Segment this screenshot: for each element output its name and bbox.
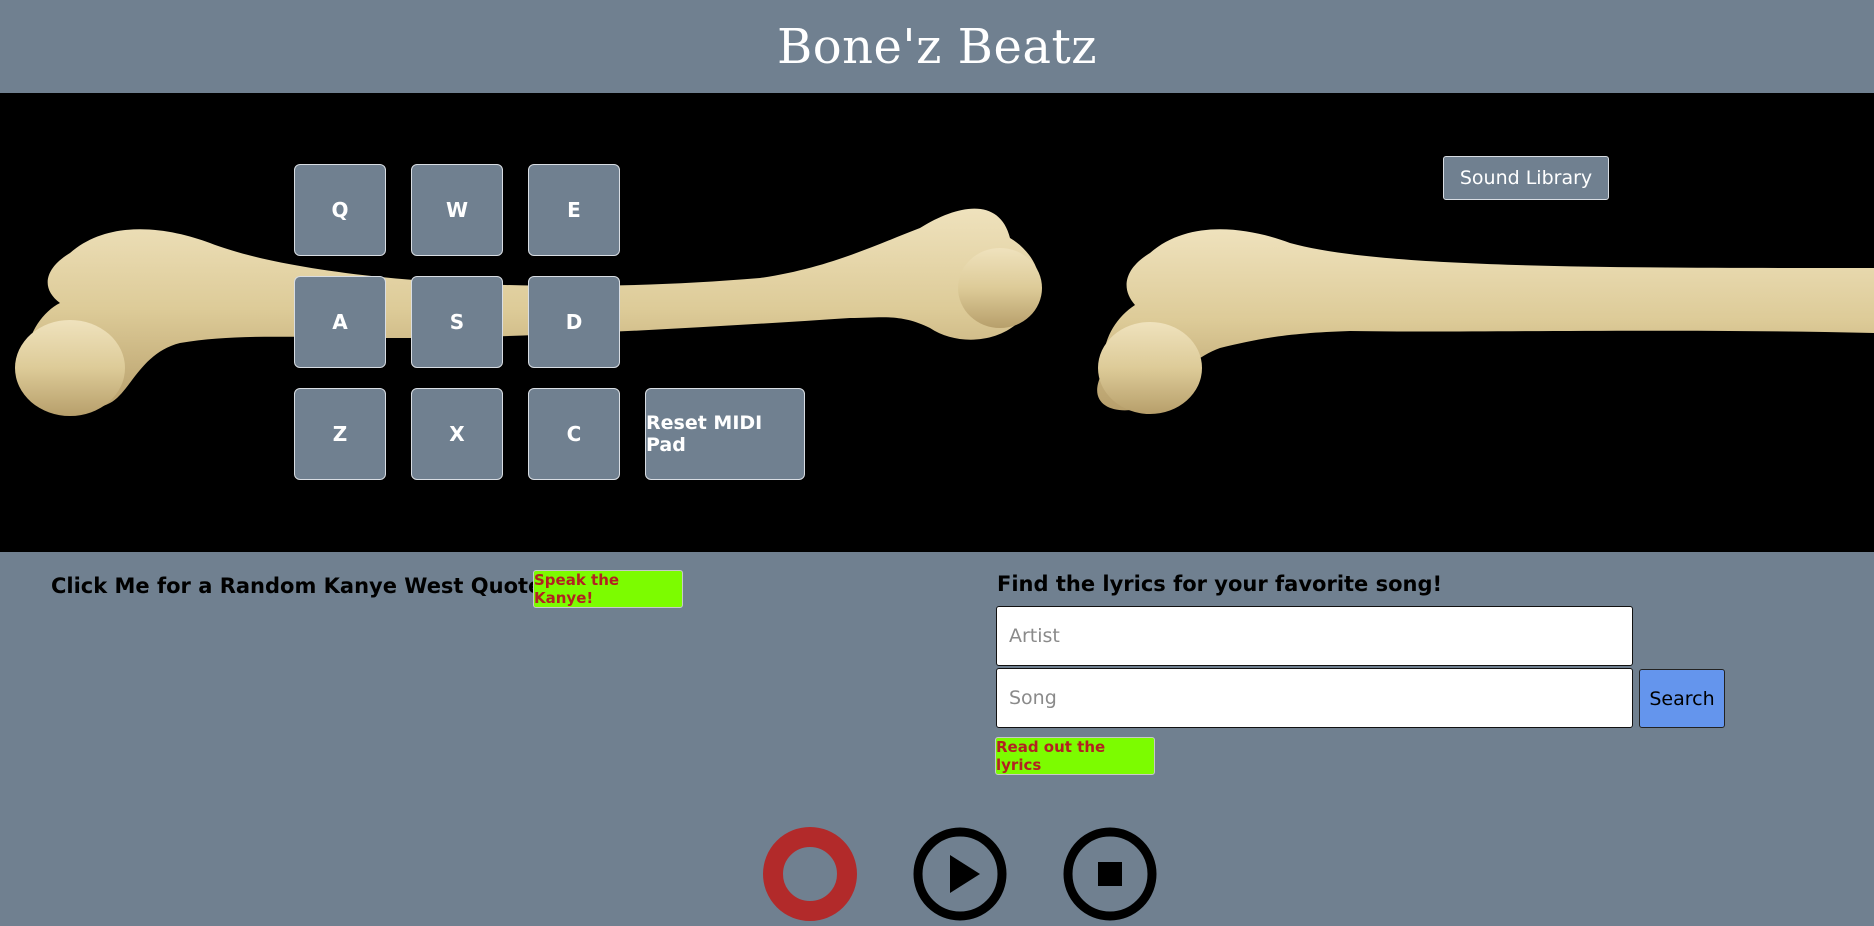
page-title: Bone'z Beatz [776, 18, 1098, 75]
midi-pad-c[interactable]: C [528, 388, 620, 480]
midi-stage: Q W E A S D Z X C Reset MIDI Pad Sound L… [0, 93, 1874, 552]
midi-pad-x[interactable]: X [411, 388, 503, 480]
midi-pad-d[interactable]: D [528, 276, 620, 368]
sound-library-button[interactable]: Sound Library [1443, 156, 1609, 200]
search-button[interactable]: Search [1639, 669, 1725, 728]
midi-pad-z[interactable]: Z [294, 388, 386, 480]
play-icon [913, 827, 1007, 921]
reset-midi-pad-button[interactable]: Reset MIDI Pad [645, 388, 805, 480]
read-lyrics-button[interactable]: Read out the lyrics [995, 737, 1155, 775]
stop-icon [1063, 827, 1157, 921]
midi-pad-s[interactable]: S [411, 276, 503, 368]
play-button[interactable] [912, 826, 1008, 922]
midi-pad-a[interactable]: A [294, 276, 386, 368]
song-input[interactable] [996, 668, 1633, 728]
midi-pad-e[interactable]: E [528, 164, 620, 256]
record-button[interactable] [762, 826, 858, 922]
kanye-quote-label: Click Me for a Random Kanye West Quote! [51, 574, 552, 598]
midi-pad-q[interactable]: Q [294, 164, 386, 256]
record-icon [763, 827, 857, 921]
lyrics-section-label: Find the lyrics for your favorite song! [997, 572, 1443, 596]
artist-input[interactable] [996, 606, 1633, 666]
right-femur [1097, 229, 1874, 414]
speak-kanye-button[interactable]: Speak the Kanye! [533, 570, 683, 608]
midi-pad-w[interactable]: W [411, 164, 503, 256]
stop-button[interactable] [1062, 826, 1158, 922]
page-header: Bone'z Beatz [0, 0, 1874, 93]
